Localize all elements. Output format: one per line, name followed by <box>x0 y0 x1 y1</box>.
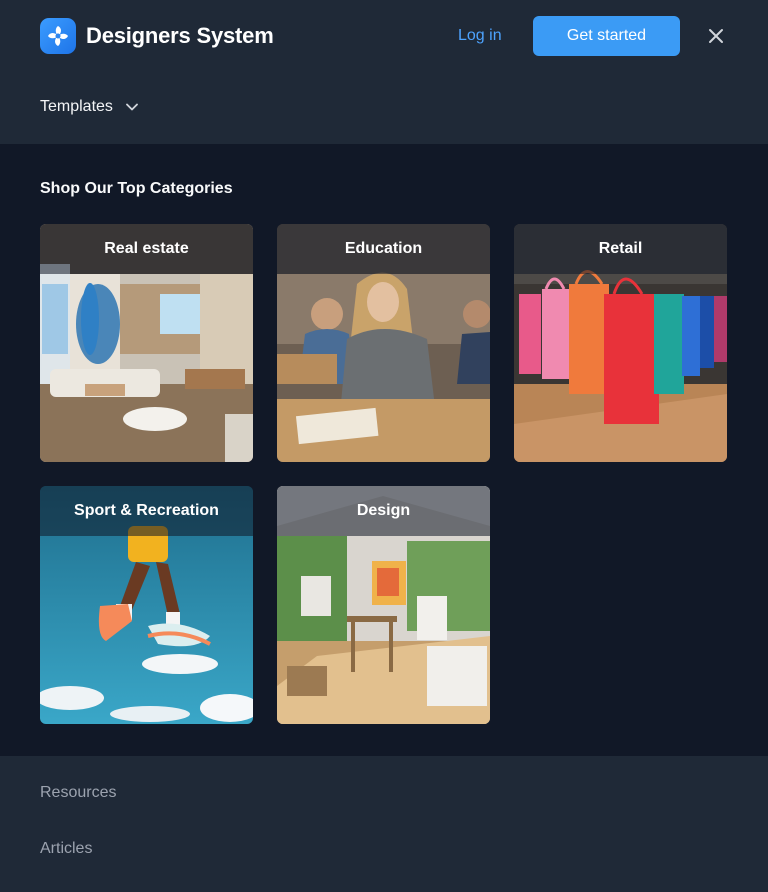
footer-nav: Resources Articles <box>0 756 768 892</box>
top-header: Designers System Log in Get started Temp… <box>0 0 768 144</box>
section-title: Shop Our Top Categories <box>40 180 233 197</box>
category-label: Education <box>277 224 490 274</box>
templates-label: Templates <box>40 98 113 115</box>
category-label: Design <box>277 486 490 536</box>
resources-link[interactable]: Resources <box>40 784 116 802</box>
login-link[interactable]: Log in <box>458 26 502 46</box>
category-card-retail[interactable]: Retail <box>514 224 727 462</box>
category-label: Sport & Recreation <box>40 486 253 536</box>
brand[interactable]: Designers System <box>40 18 274 54</box>
templates-dropdown[interactable]: Templates <box>40 98 139 116</box>
close-icon[interactable] <box>704 24 728 48</box>
category-card-education[interactable]: Education <box>277 224 490 462</box>
category-card-real-estate[interactable]: Real estate <box>40 224 253 462</box>
get-started-button[interactable]: Get started <box>533 16 680 56</box>
category-card-sport-recreation[interactable]: Sport & Recreation <box>40 486 253 724</box>
category-label: Real estate <box>40 224 253 274</box>
brand-name: Designers System <box>86 23 274 48</box>
flower-logo-icon <box>40 18 76 54</box>
category-label: Retail <box>514 224 727 274</box>
chevron-down-icon <box>125 100 139 114</box>
category-card-design[interactable]: Design <box>277 486 490 724</box>
articles-link[interactable]: Articles <box>40 840 92 858</box>
